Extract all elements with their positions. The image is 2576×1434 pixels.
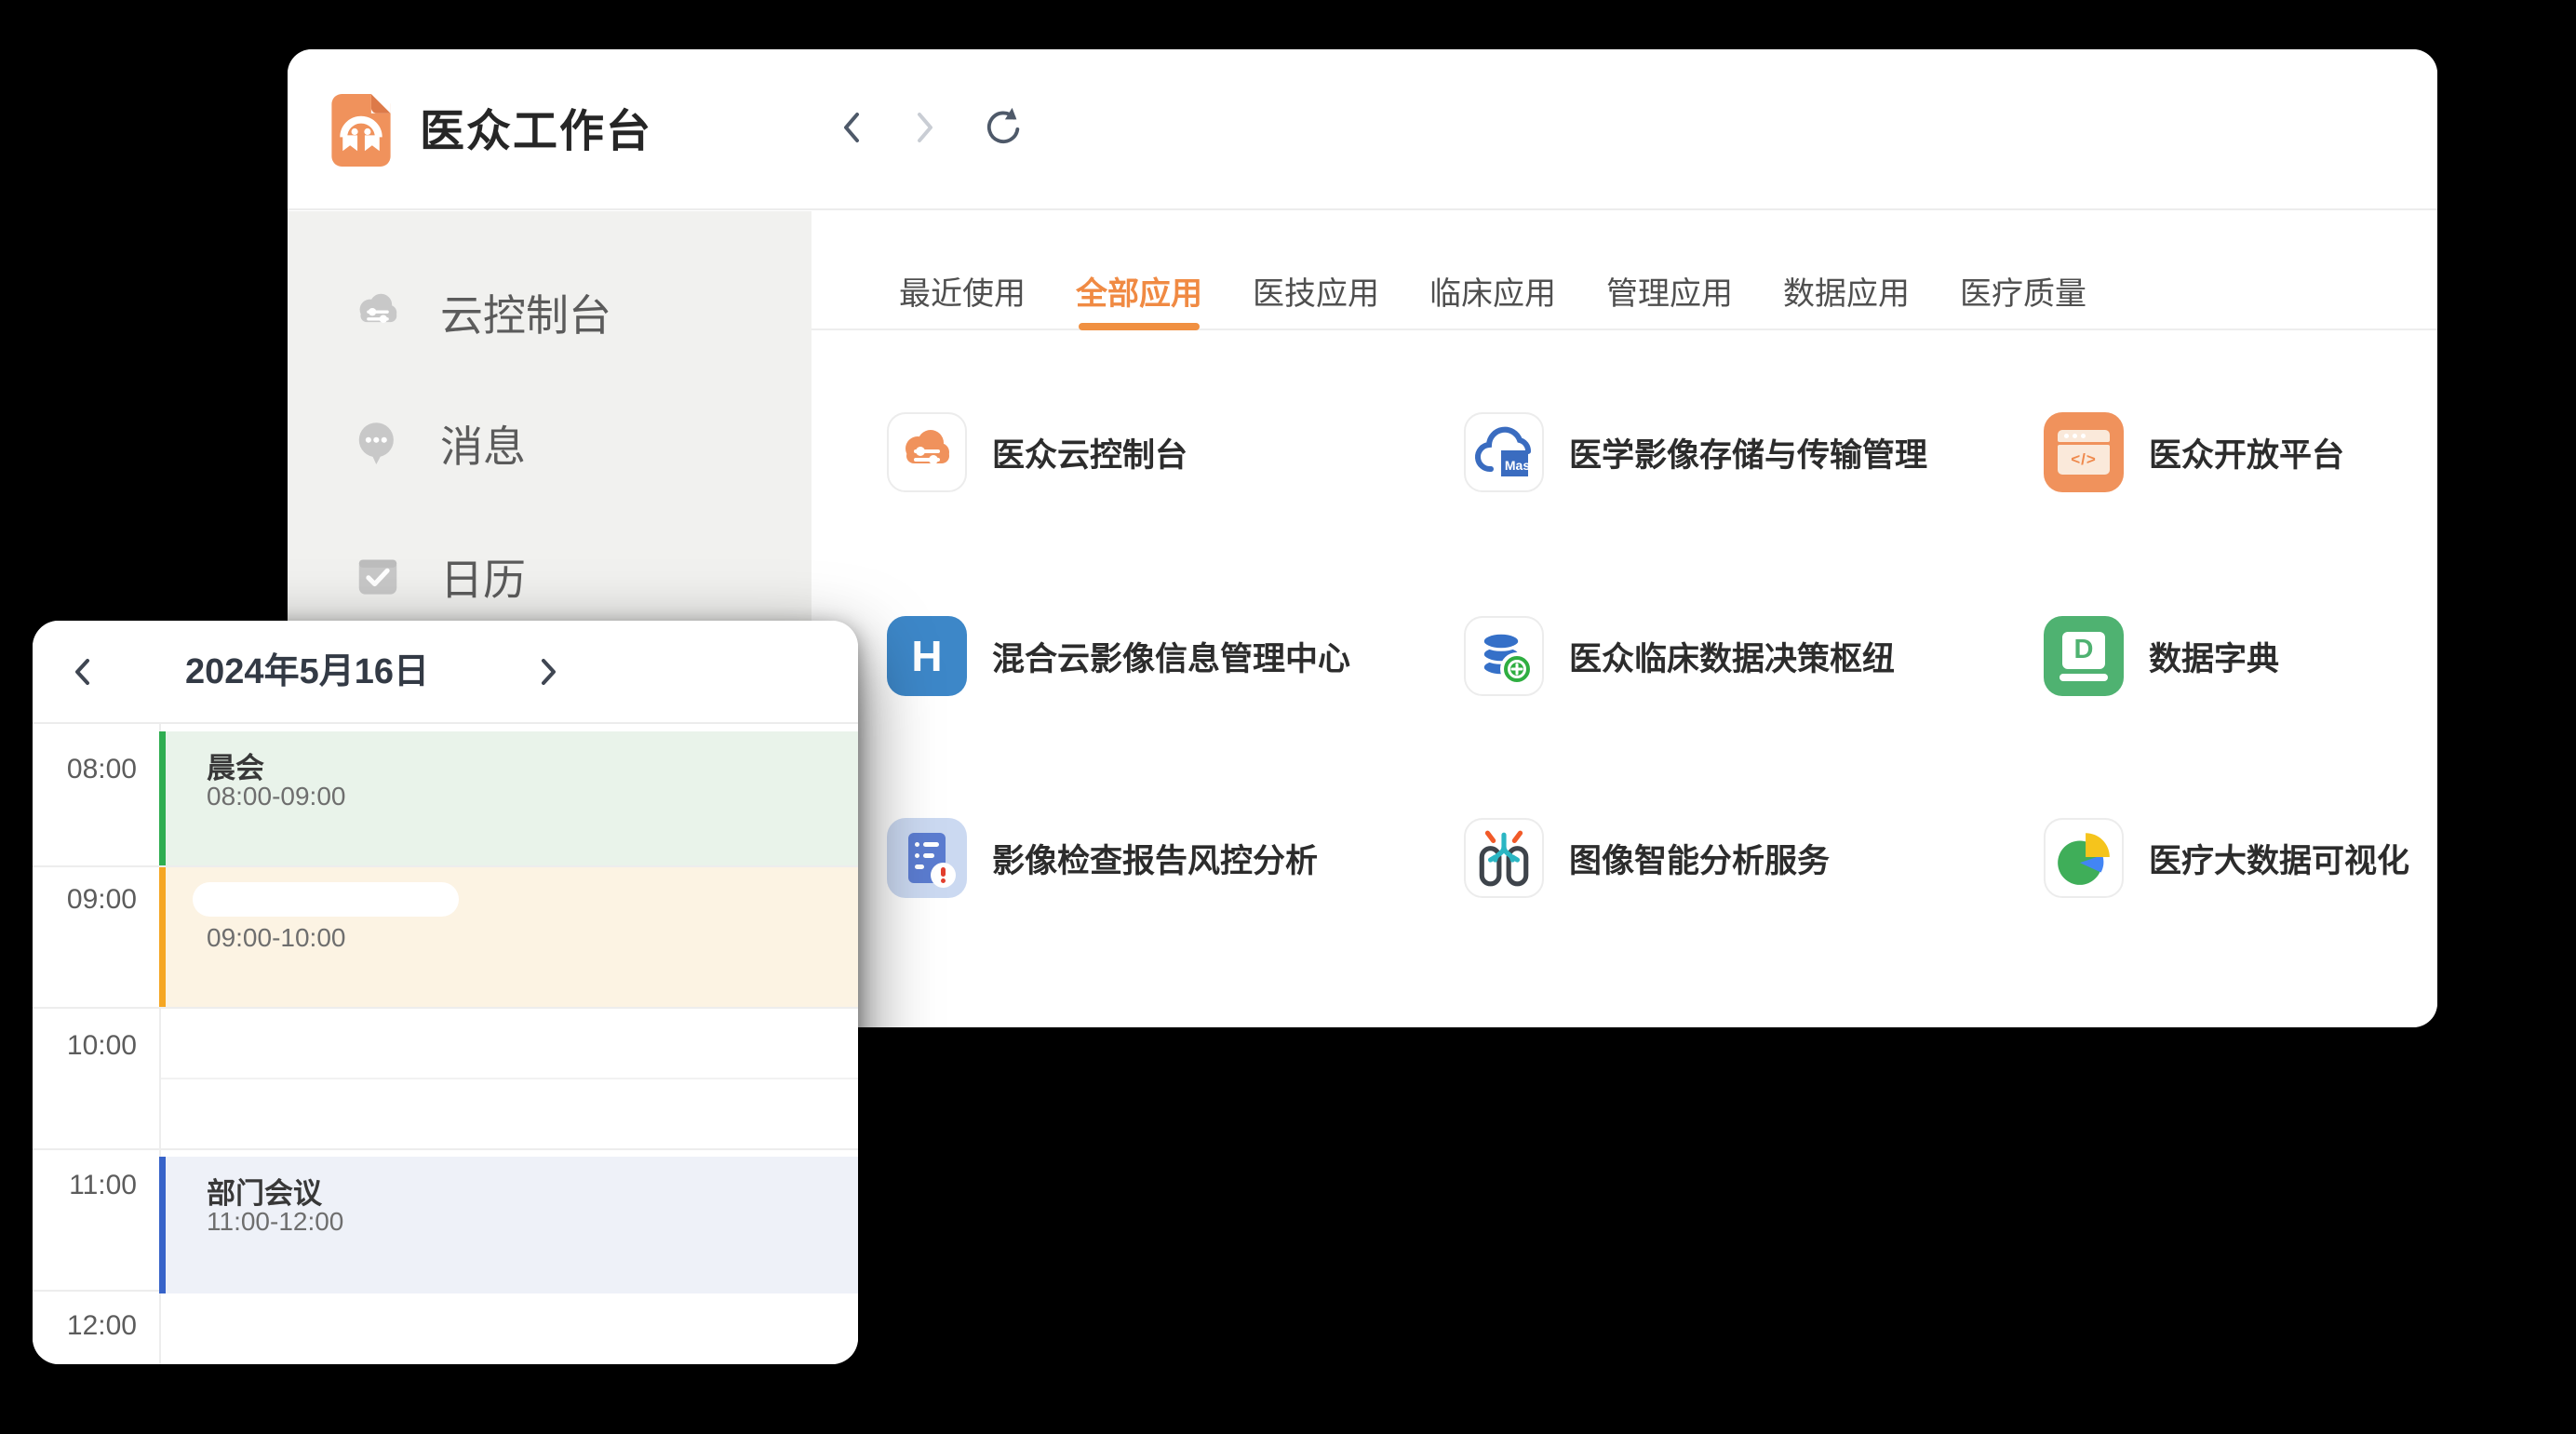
tab-management[interactable]: 管理应用 <box>1606 268 1733 328</box>
app-name: 影像检查报告风控分析 <box>992 835 1318 882</box>
database-plus-icon <box>1464 616 1544 696</box>
time-label: 11:00 <box>33 1170 137 1201</box>
calendar-prev-button[interactable] <box>60 650 105 694</box>
hour-line <box>33 1007 858 1009</box>
calendar-date-label: 2024年5月16日 <box>163 621 451 724</box>
chevron-right-icon <box>526 650 570 694</box>
h-glyph: H <box>911 631 942 681</box>
app-name: 数据字典 <box>2149 633 2279 680</box>
back-button[interactable] <box>831 105 876 150</box>
chat-bubble-icon <box>353 419 403 469</box>
time-label: 09:00 <box>33 884 137 916</box>
app-tile-bigdata-viz[interactable]: 医疗大数据可视化 <box>2044 818 2409 898</box>
forward-button[interactable] <box>901 105 946 150</box>
tab-quality[interactable]: 医疗质量 <box>1960 268 2086 328</box>
mas-glyph: Mas <box>1504 453 1531 478</box>
app-name: 医疗大数据可视化 <box>2149 835 2409 882</box>
cloud-icon <box>353 288 403 338</box>
app-name: 医众云控制台 <box>992 429 1187 476</box>
cloud-storage-icon: Mas <box>1464 412 1544 492</box>
app-tile-open-platform[interactable]: </> 医众开放平台 <box>2044 412 2344 492</box>
calendar-grid: 08:00 09:00 10:00 11:00 12:00 晨会 08:00-0… <box>33 724 858 1364</box>
event-time: 09:00-10:00 <box>207 923 345 953</box>
calendar-header: 2024年5月16日 <box>33 621 858 724</box>
time-label: 12:00 <box>33 1310 137 1342</box>
app-tile-cloud-console[interactable]: 医众云控制台 <box>887 412 1187 492</box>
sidebar-item-label: 云控制台 <box>440 282 611 343</box>
d-glyph: D <box>2074 635 2094 665</box>
content-area: 最近使用 全部应用 医技应用 临床应用 管理应用 数据应用 医疗质量 <box>812 211 2437 1027</box>
app-tile-data-dictionary[interactable]: D 数据字典 <box>2044 616 2279 696</box>
sidebar-item-label: 消息 <box>440 413 526 475</box>
time-label: 08:00 <box>33 754 137 785</box>
sidebar-item-cloud-console[interactable]: 云控制台 <box>288 283 812 342</box>
tab-medtech[interactable]: 医技应用 <box>1253 268 1379 328</box>
event-morning-meeting[interactable]: 晨会 08:00-09:00 <box>159 731 858 865</box>
lungs-icon <box>1464 818 1544 898</box>
calendar-panel: 2024年5月16日 08:00 09:00 10:00 11:00 12:00… <box>33 621 858 1364</box>
app-name: 医学影像存储与传输管理 <box>1569 429 1927 476</box>
tab-data[interactable]: 数据应用 <box>1783 268 1910 328</box>
tab-bar: 最近使用 全部应用 医技应用 临床应用 管理应用 数据应用 医疗质量 <box>812 211 2437 330</box>
letter-h-icon: H <box>887 616 967 696</box>
event-title: 部门会议 <box>207 1170 322 1212</box>
sidebar-item-label: 日历 <box>440 546 526 608</box>
alert-badge-icon <box>931 863 956 888</box>
app-tile-hybrid-cloud[interactable]: H 混合云影像信息管理中心 <box>887 616 1350 696</box>
sidebar-item-calendar[interactable]: 日历 <box>288 547 812 607</box>
time-label: 10:00 <box>33 1030 137 1062</box>
refresh-icon <box>982 106 1025 149</box>
redacted-title-pill <box>193 882 459 917</box>
screen: 医众工作台 <box>0 0 2576 1434</box>
app-tile-pacs[interactable]: Mas 医学影像存储与传输管理 <box>1464 412 1927 492</box>
code-window-icon: </> <box>2044 412 2124 492</box>
app-tile-risk-analysis[interactable]: 影像检查报告风控分析 <box>887 818 1318 898</box>
app-name: 医众开放平台 <box>2149 429 2344 476</box>
dictionary-book-icon: D <box>2044 616 2124 696</box>
pie-chart-icon <box>2044 818 2124 898</box>
sidebar-item-messages[interactable]: 消息 <box>288 414 812 474</box>
chevron-left-icon <box>831 105 876 150</box>
half-hour-line <box>161 1078 858 1079</box>
tab-recent[interactable]: 最近使用 <box>899 268 1026 328</box>
event-department-meeting[interactable]: 部门会议 11:00-12:00 <box>159 1157 858 1293</box>
report-alert-icon <box>887 818 967 898</box>
tab-clinical[interactable]: 临床应用 <box>1429 268 1556 328</box>
calendar-check-icon <box>353 552 403 602</box>
hour-line <box>33 1148 858 1150</box>
event-redacted[interactable]: 09:00-10:00 <box>159 867 858 1007</box>
calendar-next-button[interactable] <box>526 650 570 694</box>
chevron-right-icon <box>901 105 946 150</box>
event-title: 晨会 <box>207 744 264 786</box>
app-title: 医众工作台 <box>420 96 652 168</box>
app-tile-clinical-data[interactable]: 医众临床数据决策枢纽 <box>1464 616 1895 696</box>
app-name: 混合云影像信息管理中心 <box>992 633 1350 680</box>
app-logo-icon <box>331 94 391 167</box>
chevron-left-icon <box>60 650 105 694</box>
tab-all-apps[interactable]: 全部应用 <box>1076 268 1202 328</box>
refresh-button[interactable] <box>981 105 1026 150</box>
code-glyph: </> <box>2071 450 2097 469</box>
app-name: 图像智能分析服务 <box>1569 835 1830 882</box>
event-time: 08:00-09:00 <box>207 782 345 811</box>
app-tile-image-ai[interactable]: 图像智能分析服务 <box>1464 818 1830 898</box>
event-time: 11:00-12:00 <box>207 1207 343 1237</box>
app-name: 医众临床数据决策枢纽 <box>1569 633 1895 680</box>
window-header: 医众工作台 <box>288 49 2437 210</box>
cloud-sliders-icon <box>887 412 967 492</box>
